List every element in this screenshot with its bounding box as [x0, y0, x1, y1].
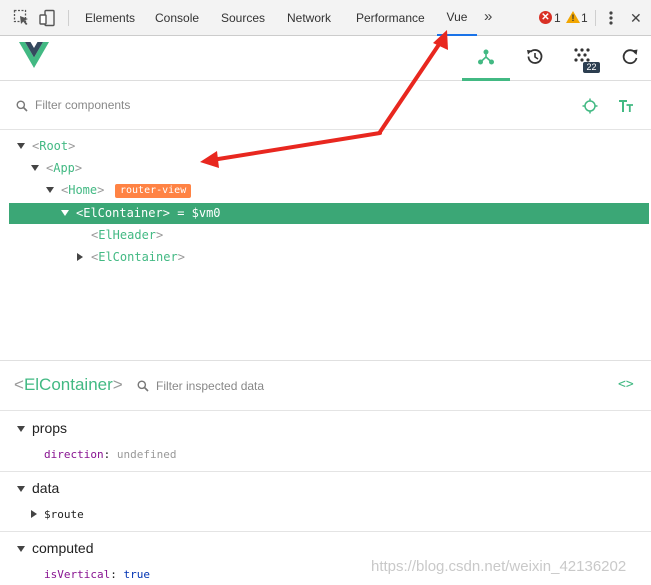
toolbar-divider: [68, 10, 69, 26]
tab-console[interactable]: Console: [155, 0, 199, 36]
collapse-arrow-icon[interactable]: [77, 253, 83, 261]
tab-sources[interactable]: Sources: [221, 0, 265, 36]
section-title[interactable]: data: [32, 480, 59, 496]
data-item[interactable]: $route: [44, 508, 84, 521]
component-filter-bar: Filter components: [0, 82, 651, 130]
router-view-badge: router-view: [115, 184, 192, 198]
expand-arrow-icon[interactable]: [31, 165, 39, 171]
annotation-arrow-to-tree: [210, 131, 382, 162]
vue-logo-icon: [19, 42, 49, 68]
watermark-text: https://blog.csdn.net/weixin_42136202: [371, 558, 627, 575]
more-tabs-button[interactable]: »: [484, 0, 492, 36]
filter-components-input[interactable]: Filter components: [35, 98, 130, 112]
computed-item: isVertical: true: [44, 568, 150, 581]
warning-mark: !: [571, 13, 575, 23]
components-icon: [478, 49, 494, 65]
inspect-element-icon[interactable]: [13, 9, 31, 27]
section-title[interactable]: props: [32, 420, 67, 436]
vue-devtools-header: [0, 36, 651, 81]
expand-arrow-icon[interactable]: [17, 486, 25, 492]
warning-count[interactable]: 1: [581, 11, 588, 25]
filter-inspected-data-input[interactable]: Filter inspected data: [156, 379, 264, 393]
expand-arrow-icon[interactable]: [17, 426, 25, 432]
tab-performance[interactable]: Performance: [356, 0, 425, 36]
tab-network[interactable]: Network: [287, 0, 331, 36]
props-section: props direction: undefined: [0, 412, 651, 472]
refresh-button[interactable]: [606, 36, 651, 81]
tree-node-home[interactable]: <Home>: [46, 179, 104, 201]
device-toolbar-icon[interactable]: [38, 9, 56, 27]
events-count-badge: 22: [583, 62, 600, 73]
tree-node-root[interactable]: <Root>: [17, 135, 75, 157]
refresh-icon: [622, 49, 638, 65]
toolbar-divider: [595, 10, 596, 26]
search-icon: [137, 380, 149, 392]
data-section: data $route: [0, 473, 651, 532]
tab-history[interactable]: [510, 36, 558, 81]
tab-vuex[interactable]: [558, 36, 606, 81]
collapse-arrow-icon[interactable]: [31, 510, 37, 518]
kebab-menu-icon[interactable]: [602, 9, 620, 27]
tree-node-elcontainer[interactable]: <ElContainer>: [76, 246, 185, 268]
inspect-dom-icon[interactable]: <>: [618, 377, 634, 392]
close-devtools-button[interactable]: ✕: [630, 0, 642, 36]
error-count[interactable]: 1: [554, 11, 561, 25]
tab-vue[interactable]: Vue: [437, 0, 477, 36]
devtools-tab-bar: Elements Console Sources Network Perform…: [0, 0, 651, 36]
prop-item: direction: undefined: [44, 448, 177, 461]
select-component-icon[interactable]: [582, 98, 598, 114]
expand-arrow-icon[interactable]: [17, 143, 25, 149]
expand-arrow-icon[interactable]: [17, 546, 25, 552]
arrowhead-icon: [200, 151, 219, 168]
expand-arrow-icon[interactable]: [46, 187, 54, 193]
tab-components[interactable]: [462, 36, 510, 81]
search-icon: [16, 100, 28, 112]
tree-node-elcontainer-selected[interactable]: <ElContainer> = $vm0: [61, 202, 221, 224]
inspector-header: <ElContainer> Filter inspected data <>: [0, 361, 651, 411]
expand-arrow-icon[interactable]: [61, 210, 69, 216]
vm-reference: = $vm0: [177, 206, 221, 220]
section-title[interactable]: computed: [32, 540, 93, 556]
tree-node-app[interactable]: <App>: [31, 157, 82, 179]
format-names-icon[interactable]: [618, 99, 634, 113]
error-icon[interactable]: ✕: [539, 11, 552, 24]
tab-elements[interactable]: Elements: [85, 0, 135, 36]
tree-node-elheader[interactable]: <ElHeader>: [76, 224, 163, 246]
history-icon: [527, 49, 543, 64]
inspected-component-title: <ElContainer>: [14, 375, 123, 394]
